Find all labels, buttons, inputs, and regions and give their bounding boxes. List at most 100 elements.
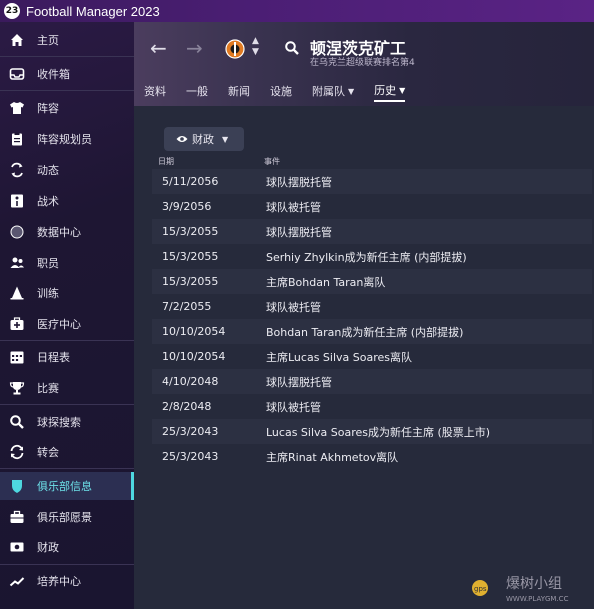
sidebar: 主页 收件箱 阵容 阵容规划员 动态 战术 数据中心 职员 训练 医疗中心 日程… [0, 22, 134, 609]
tab-general[interactable]: 一般 [186, 80, 208, 102]
tab-profile[interactable]: 资料 [144, 80, 166, 102]
column-header-date[interactable]: 日期 [158, 156, 174, 167]
tab-news[interactable]: 新闻 [228, 80, 250, 102]
table-row: 25/3/2043 Lucas Silva Soares成为新任主席 (股票上市… [152, 419, 592, 444]
sidebar-item-finances[interactable]: 财政 [0, 533, 134, 561]
table-row: 3/9/2056 球队被托管 [152, 194, 592, 219]
table-row: 4/10/2048 球队摆脱托管 [152, 369, 592, 394]
sidebar-item-transfers[interactable]: 转会 [0, 438, 134, 466]
row-date: 15/3/2055 [162, 275, 219, 288]
sidebar-item-inbox[interactable]: 收件箱 [0, 60, 134, 88]
sidebar-item-label: 阵容规划员 [37, 133, 92, 146]
sidebar-item-squad-planner[interactable]: 阵容规划员 [0, 125, 134, 153]
data-hub-icon [9, 224, 25, 240]
staff-icon [9, 255, 25, 271]
sidebar-item-label: 比赛 [37, 382, 59, 395]
sidebar-item-label: 阵容 [37, 102, 59, 115]
tactics-icon [9, 193, 25, 209]
tab-history[interactable]: 历史 ▼ [374, 80, 406, 102]
column-header-event[interactable]: 事件 [264, 156, 280, 167]
chevron-down-icon: ▼ [222, 134, 229, 144]
sidebar-item-label: 俱乐部信息 [37, 480, 92, 493]
sidebar-item-schedule[interactable]: 日程表 [0, 343, 134, 371]
title-bar: 23 Football Manager 2023 [0, 0, 594, 22]
row-event[interactable]: Bohdan Taran成为新任主席 (内部提拔) [266, 324, 463, 340]
site-watermark: gps 爆树小组 WWW.PLAYGM.CC [472, 576, 569, 603]
row-event[interactable]: 主席Bohdan Taran离队 [266, 274, 385, 290]
chevron-down-icon: ▼ [399, 85, 406, 95]
row-event: 球队摆脱托管 [266, 375, 332, 389]
briefcase-icon [9, 509, 25, 525]
sidebar-item-training[interactable]: 训练 [0, 279, 134, 307]
row-event[interactable]: 主席Lucas Silva Soares离队 [266, 349, 412, 365]
tab-label: 设施 [270, 85, 292, 98]
back-arrow-icon[interactable]: ← [150, 36, 167, 60]
divider [0, 404, 134, 405]
clipboard-icon [9, 131, 25, 147]
inbox-icon [9, 66, 25, 82]
training-cone-icon [9, 285, 25, 301]
row-event[interactable]: 主席Rinat Akhmetov离队 [266, 449, 398, 465]
club-crest-icon[interactable] [225, 38, 245, 60]
trophy-icon [9, 380, 25, 396]
tab-affiliates[interactable]: 附属队 ▼ [312, 80, 354, 102]
sidebar-item-label: 俱乐部愿景 [37, 511, 92, 524]
table-row: 25/3/2043 主席Rinat Akhmetov离队 [152, 444, 592, 469]
table-row: 7/2/2055 球队被托管 [152, 294, 592, 319]
category-filter-dropdown[interactable]: 财政 ▼ [164, 127, 244, 151]
sidebar-item-scouting[interactable]: 球探搜索 [0, 408, 134, 436]
sidebar-item-staff[interactable]: 职员 [0, 249, 134, 277]
sidebar-item-label: 培养中心 [37, 575, 81, 588]
tab-facilities[interactable]: 设施 [270, 80, 292, 102]
sidebar-item-data-hub[interactable]: 数据中心 [0, 218, 134, 246]
row-event: 球队摆脱托管 [266, 225, 332, 239]
divider [0, 340, 134, 341]
sidebar-item-club-vision[interactable]: 俱乐部愿景 [0, 503, 134, 531]
sidebar-item-development-centre[interactable]: 培养中心 [0, 567, 134, 595]
dynamics-icon [9, 162, 25, 178]
app-title: Football Manager 2023 [26, 3, 160, 19]
divider [0, 56, 134, 57]
watermark-badge: gps [474, 585, 487, 593]
table-row: 15/3/2055 球队摆脱托管 [152, 219, 592, 244]
sidebar-item-dynamics[interactable]: 动态 [0, 156, 134, 184]
sidebar-item-label: 财政 [37, 541, 59, 554]
row-date: 5/11/2056 [162, 175, 219, 188]
table-row: 15/3/2055 主席Bohdan Taran离队 [152, 269, 592, 294]
club-switcher-arrows-icon[interactable]: ▲ ▼ [252, 36, 259, 58]
sidebar-item-label: 日程表 [37, 351, 70, 364]
tab-label: 历史 [374, 84, 397, 97]
sidebar-item-label: 主页 [37, 34, 59, 47]
divider [0, 564, 134, 565]
watermark-url: WWW.PLAYGM.CC [506, 595, 569, 603]
row-event[interactable]: Serhiy Zhylkin成为新任主席 (内部提拔) [266, 249, 467, 265]
sidebar-item-tactics[interactable]: 战术 [0, 187, 134, 215]
sidebar-item-label: 医疗中心 [37, 318, 81, 331]
sidebar-item-label: 数据中心 [37, 226, 81, 239]
sidebar-item-home[interactable]: 主页 [0, 26, 134, 54]
app-logo-icon: 23 [4, 3, 20, 19]
jersey-icon [9, 100, 25, 116]
medical-kit-icon [9, 316, 25, 332]
row-event: 球队被托管 [266, 200, 321, 214]
sidebar-item-label: 职员 [37, 257, 59, 270]
row-event: 球队被托管 [266, 400, 321, 414]
table-row: 15/3/2055 Serhiy Zhylkin成为新任主席 (内部提拔) [152, 244, 592, 269]
row-event[interactable]: Lucas Silva Soares成为新任主席 (股票上市) [266, 424, 490, 440]
tab-label: 资料 [144, 85, 166, 98]
sidebar-item-medical[interactable]: 医疗中心 [0, 310, 134, 338]
club-league-position: 在乌克兰超级联赛排名第4 [310, 58, 415, 68]
search-icon[interactable] [284, 40, 300, 56]
sidebar-item-club-info[interactable]: 俱乐部信息 [0, 472, 134, 500]
filter-label: 财政 [192, 133, 214, 146]
row-date: 4/10/2048 [162, 375, 219, 388]
divider [0, 90, 134, 91]
sidebar-item-competitions[interactable]: 比赛 [0, 374, 134, 402]
row-date: 15/3/2055 [162, 225, 219, 238]
home-icon [9, 32, 25, 48]
table-row: 5/11/2056 球队摆脱托管 [152, 169, 592, 194]
sidebar-item-label: 训练 [37, 287, 59, 300]
tab-label: 新闻 [228, 85, 250, 98]
sidebar-item-squad[interactable]: 阵容 [0, 94, 134, 122]
forward-arrow-icon[interactable]: → [186, 36, 203, 60]
